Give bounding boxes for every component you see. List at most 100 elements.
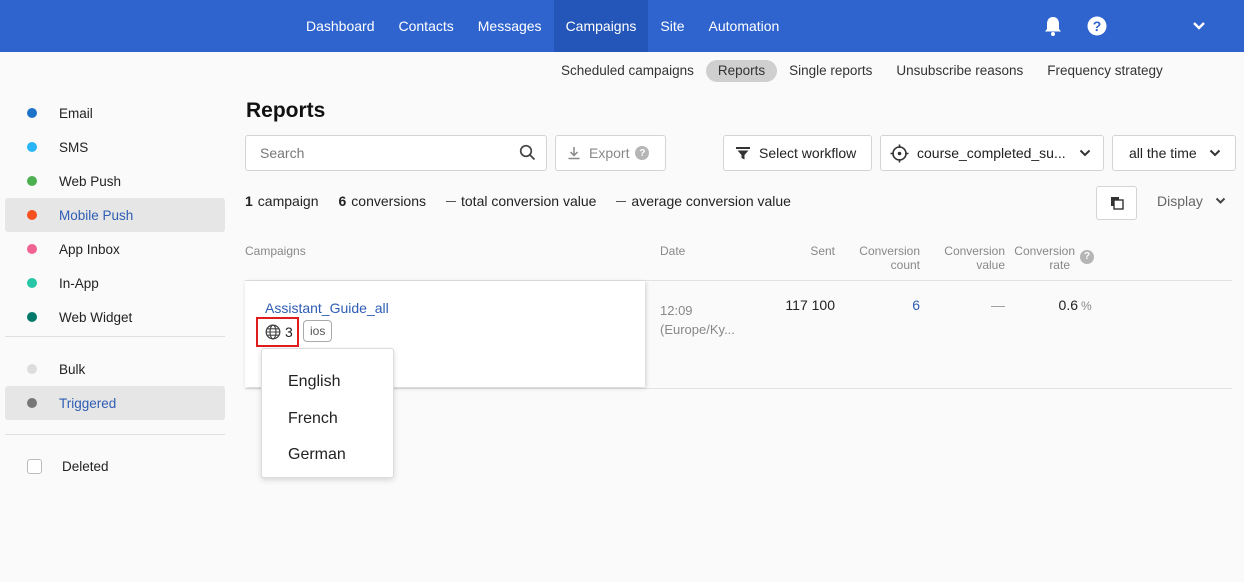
export-label: Export [589,145,630,161]
conversion-count: 6 [338,193,347,209]
period-value: all the time [1129,145,1197,161]
search-input[interactable] [246,136,506,170]
header-conversion-value: Conversion value [935,244,1005,272]
sidebar-item-email[interactable]: Email [5,96,225,130]
date-time: 12:09 [660,303,693,318]
period-select[interactable]: all the time [1112,135,1236,171]
rate-unit: % [1081,299,1092,313]
in-app-dot-icon [27,278,37,288]
header-line: count [890,258,920,272]
event-filter-value: course_completed_su... [917,145,1066,161]
sidebar-item-deleted[interactable]: Deleted [5,449,225,483]
copy-button[interactable] [1096,186,1137,220]
chevron-down-icon [1079,149,1091,157]
display-label: Display [1157,193,1203,209]
subnav-scheduled-campaigns[interactable]: Scheduled campaigns [549,60,706,82]
chevron-down-icon [1215,197,1226,205]
web-widget-dot-icon [27,312,37,322]
sidebar-item-web-push[interactable]: Web Push [5,164,225,198]
conversion-value-cell: — [991,297,1005,313]
page-title: Reports [246,99,326,122]
sidebar-item-label: Web Push [59,173,122,189]
language-option-english[interactable]: English [288,373,340,391]
display-dropdown[interactable]: Display [1157,193,1226,209]
bell-icon[interactable] [1041,14,1065,38]
svg-text:?: ? [1093,18,1102,34]
help-icon[interactable]: ? [1085,14,1109,38]
bulk-dot-icon [27,364,37,374]
deleted-checkbox[interactable] [27,458,42,474]
sidebar-item-bulk[interactable]: Bulk [5,352,225,386]
web-push-dot-icon [27,176,37,186]
sidebar-divider [5,336,225,337]
header-line: value [976,258,1005,272]
nav-dashboard[interactable]: Dashboard [294,0,387,52]
header-line: Conversion [1014,244,1075,258]
search-icon[interactable] [519,144,536,164]
event-filter-select[interactable]: course_completed_su... [880,135,1104,171]
subnav-frequency-strategy[interactable]: Frequency strategy [1035,60,1175,82]
mobile-push-dot-icon [27,210,37,220]
help-icon[interactable]: ? [635,146,650,160]
report-summary: 1 campaign 6 conversions total conversion … [245,193,811,209]
language-option-french[interactable]: French [288,410,338,428]
header-line: rate [1049,258,1070,272]
sidebar-item-label: App Inbox [59,241,120,257]
dash-icon [446,200,456,202]
chevron-down-icon [1209,149,1221,157]
date-timezone: (Europe/Ky... [660,322,735,337]
language-option-german[interactable]: German [288,446,346,464]
sidebar-item-web-widget[interactable]: Web Widget [5,300,225,334]
average-value-label: average conversion value [631,193,791,209]
languages-badge[interactable]: 3 [256,317,299,347]
triggered-dot-icon [27,398,37,408]
languages-count: 3 [285,324,293,340]
os-tag: ios [303,320,333,342]
header-sent: Sent [810,244,835,258]
header-date: Date [660,244,686,258]
app-inbox-dot-icon [27,244,37,254]
languages-dropdown: English French German [261,348,394,478]
sms-dot-icon [27,142,37,152]
select-workflow-label: Select workflow [759,145,857,161]
nav-automation[interactable]: Automation [697,0,792,52]
email-dot-icon [27,108,37,118]
sidebar-item-label: Deleted [62,458,109,474]
sidebar-item-triggered[interactable]: Triggered [5,386,225,420]
sidebar-divider [5,434,225,435]
header-conversion-count: Conversion count [850,244,920,272]
nav-contacts[interactable]: Contacts [387,0,466,52]
subnav-single-reports[interactable]: Single reports [777,60,884,82]
sidebar-item-label: Bulk [59,361,86,377]
sidebar-item-sms[interactable]: SMS [5,130,225,164]
conversion-label: conversions [351,193,426,209]
help-icon[interactable]: ? [1080,246,1094,264]
main-nav: Dashboard Contacts Messages Campaigns Si… [294,0,791,52]
copy-icon [1110,196,1124,210]
nav-campaigns[interactable]: Campaigns [553,0,649,52]
header-conversion-rate: Conversion rate [1005,244,1075,272]
sidebar-item-mobile-push[interactable]: Mobile Push [5,198,225,232]
download-icon [567,146,581,160]
header-line: Conversion [859,244,920,258]
sidebar-item-label: Web Widget [59,309,133,325]
sub-navigation: Scheduled campaigns Reports Single repor… [549,60,1175,82]
conversion-rate-cell: 0.6 [1058,297,1078,313]
export-button[interactable]: Export ? [555,135,666,171]
sidebar-item-label: In-App [59,275,99,291]
channel-sidebar: Email SMS Web Push Mobile Push App Inbox… [5,96,225,483]
sidebar-item-label: SMS [59,139,89,155]
campaign-name-link[interactable]: Assistant_Guide_all [265,300,389,316]
select-workflow-button[interactable]: Select workflow [723,135,872,171]
nav-site[interactable]: Site [648,0,696,52]
dash-icon [616,200,627,202]
sidebar-item-in-app[interactable]: In-App [5,266,225,300]
sidebar-item-app-inbox[interactable]: App Inbox [5,232,225,266]
globe-icon [265,324,281,340]
subnav-unsubscribe-reasons[interactable]: Unsubscribe reasons [884,60,1035,82]
nav-messages[interactable]: Messages [466,0,554,52]
subnav-reports[interactable]: Reports [705,60,778,82]
campaign-count: 1 [245,193,253,209]
conversion-count-link[interactable]: 6 [880,297,920,313]
chevron-down-icon[interactable] [1187,14,1211,38]
